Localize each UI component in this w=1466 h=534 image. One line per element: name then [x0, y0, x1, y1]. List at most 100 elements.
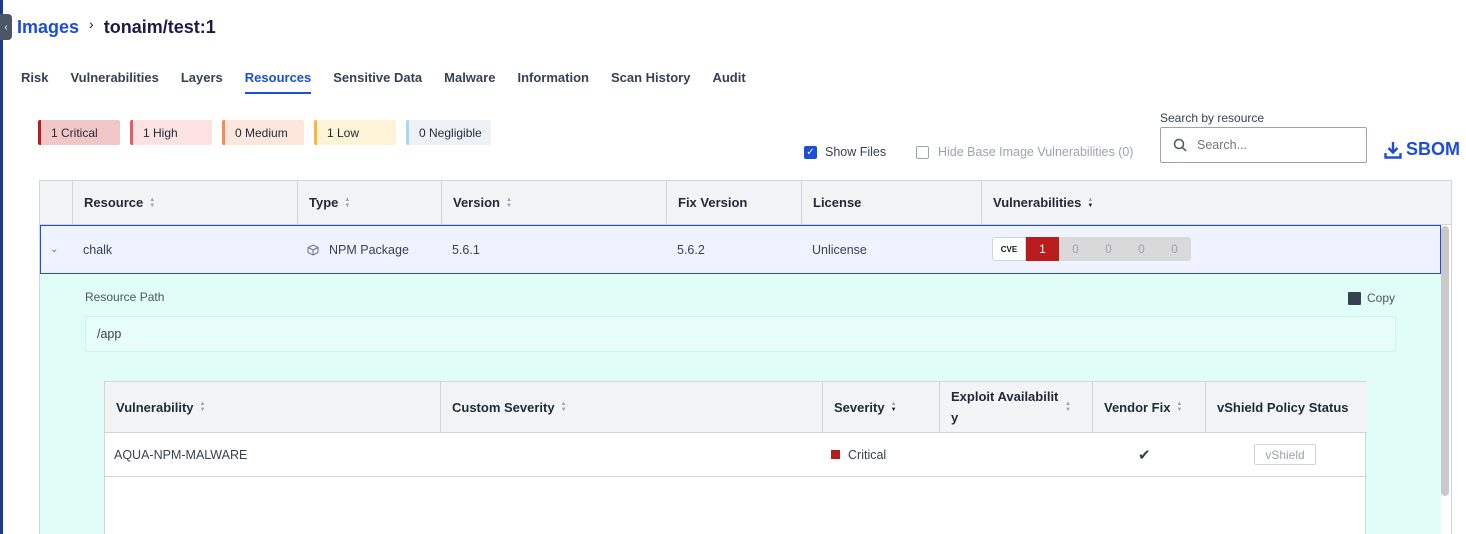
negligible-chip[interactable]: 0 Negligible [406, 120, 491, 145]
column-header-severity[interactable]: Severity ▲ ▼ [822, 382, 939, 432]
table-header: Resource ▲ ▼ Type ▲ ▼ Version ▲ ▼ Fix Version … [40, 181, 1451, 225]
negligible-count: 0 [1158, 237, 1191, 261]
column-label: Type [309, 195, 339, 210]
sort-desc-icon: ▲ ▼ [890, 401, 897, 413]
resource-type: NPM Package [307, 226, 409, 273]
resource-path-value: /app [85, 316, 1396, 352]
sort-icon: ▲ ▼ [1065, 401, 1071, 413]
column-header-vendor-fix[interactable]: Vendor Fix ▲ ▼ [1092, 382, 1205, 432]
tab-malware[interactable]: Malware [444, 70, 495, 94]
sbom-button[interactable]: SBOM [1384, 139, 1460, 160]
column-label: vShield Policy Status [1217, 399, 1349, 415]
sort-desc-icon: ▲ ▼ [1087, 196, 1094, 209]
column-header-exploit-availability[interactable]: Exploit Availabilit y ▲ ▼ [939, 382, 1092, 432]
expand-column-header [40, 181, 72, 224]
table-row[interactable]: AQUA-NPM-MALWARE Critical ✔ vShield [105, 433, 1367, 477]
resource-details-panel: Resource Path Copy /app Vulnerability ▲ ▼ … [40, 274, 1441, 534]
tab-information[interactable]: Information [517, 70, 589, 94]
tab-resources[interactable]: Resources [244, 70, 312, 94]
low-count: 0 [1125, 237, 1158, 261]
column-header-fix-version[interactable]: Fix Version [666, 181, 801, 224]
medium-chip[interactable]: 0 Medium [222, 120, 304, 145]
copy-button[interactable]: Copy [1348, 291, 1395, 305]
hide-base-checkbox[interactable] [916, 145, 929, 159]
tab-audit[interactable]: Audit [712, 70, 745, 94]
breadcrumb-images-link[interactable]: Images [17, 17, 79, 38]
search-box[interactable] [1160, 127, 1367, 163]
table-row[interactable]: ⌄ chalk NPM Package 5.6.1 5.6.2 Unlicens… [40, 225, 1441, 274]
search-input[interactable] [1197, 138, 1347, 152]
resource-name: chalk [83, 242, 113, 257]
critical-chip[interactable]: 1 Critical [38, 120, 120, 145]
collapse-sidebar-icon[interactable]: ‹ [0, 14, 12, 40]
high-count: 0 [1059, 237, 1092, 261]
breadcrumb: Images › tonaim/test:1 [17, 14, 216, 40]
column-label: Vulnerabilities [993, 195, 1082, 210]
vendor-fix-check-icon: ✔ [1138, 446, 1151, 464]
vshield-cell: vShield [1254, 433, 1316, 476]
search-icon [1173, 138, 1187, 152]
resource-path-label: Resource Path [85, 290, 165, 304]
column-label: Fix Version [678, 195, 748, 210]
sbom-label: SBOM [1406, 139, 1460, 159]
tab-layers[interactable]: Layers [181, 70, 223, 94]
critical-count: 1 [1026, 237, 1059, 261]
hide-base-label: Hide Base Image Vulnerabilities (0) [938, 145, 1134, 159]
column-header-custom-severity[interactable]: Custom Severity ▲ ▼ [440, 382, 822, 432]
column-label: Resource [84, 195, 144, 210]
sort-icon: ▲ ▼ [199, 401, 206, 413]
resources-table: Resource ▲ ▼ Type ▲ ▼ Version ▲ ▼ Fix Version … [39, 180, 1452, 534]
severity-value: Critical [831, 433, 886, 476]
show-files-label: Show Files [825, 145, 887, 159]
vertical-scrollbar[interactable] [1441, 226, 1449, 496]
vulnerability-name[interactable]: AQUA-NPM-MALWARE [114, 433, 247, 476]
column-header-vulnerabilities[interactable]: Vulnerabilities ▲ ▼ [981, 181, 1441, 224]
column-label: Vulnerability [116, 399, 194, 415]
tabs-bar: Risk Vulnerabilities Layers Resources Se… [21, 70, 746, 94]
resource-type-label: NPM Package [329, 242, 409, 257]
severity-label: Critical [848, 447, 887, 462]
severity-square-icon [831, 450, 840, 459]
search-label: Search by resource [1160, 111, 1265, 125]
hide-base-option[interactable]: Hide Base Image Vulnerabilities (0) [916, 145, 1133, 159]
show-files-checkbox[interactable]: ✓ [804, 145, 817, 159]
column-label: Custom Severity [452, 399, 555, 415]
column-header-type[interactable]: Type ▲ ▼ [297, 181, 441, 224]
vulnerability-counts-bar[interactable]: CVE 1 0 0 0 0 [992, 237, 1194, 261]
resource-license: Unlicense [812, 242, 867, 257]
chevron-right-icon: › [89, 16, 94, 32]
copy-icon [1348, 291, 1361, 305]
tab-sensitive-data[interactable]: Sensitive Data [333, 70, 422, 94]
copy-label: Copy [1367, 291, 1396, 305]
tab-scan-history[interactable]: Scan History [611, 70, 690, 94]
column-header-vshield-status[interactable]: vShield Policy Status [1205, 382, 1367, 432]
tab-risk[interactable]: Risk [21, 70, 48, 94]
package-icon [307, 243, 319, 256]
sort-icon: ▲ ▼ [1176, 401, 1183, 413]
download-icon [1384, 141, 1402, 159]
show-files-option[interactable]: ✓ Show Files [804, 145, 886, 159]
sort-icon: ▲ ▼ [149, 196, 156, 209]
column-header-resource[interactable]: Resource ▲ ▼ [72, 181, 297, 224]
column-header-license[interactable]: License [801, 181, 981, 224]
tab-vulnerabilities[interactable]: Vulnerabilities [70, 70, 158, 94]
sort-icon: ▲ ▼ [560, 401, 567, 413]
left-rail [0, 0, 3, 534]
severity-summary: 1 Critical 1 High 0 Medium 1 Low 0 Negli… [38, 120, 491, 145]
low-chip[interactable]: 1 Low [314, 120, 396, 145]
column-label: Severity [834, 399, 885, 415]
column-header-version[interactable]: Version ▲ ▼ [441, 181, 666, 224]
medium-count: 0 [1092, 237, 1125, 261]
column-label: Exploit Availabilit y [951, 389, 1059, 425]
sort-icon: ▲ ▼ [505, 196, 512, 209]
column-header-vulnerability[interactable]: Vulnerability ▲ ▼ [105, 382, 440, 432]
vulnerability-table: Vulnerability ▲ ▼ Custom Severity ▲ ▼ Severi… [104, 381, 1367, 534]
page-title: tonaim/test:1 [103, 16, 216, 37]
column-label: Version [453, 195, 500, 210]
high-chip[interactable]: 1 High [130, 120, 212, 145]
column-label: License [813, 195, 862, 210]
chevron-down-icon[interactable]: ⌄ [50, 226, 66, 273]
vulnerability-table-header: Vulnerability ▲ ▼ Custom Severity ▲ ▼ Severi… [105, 382, 1367, 433]
vshield-button[interactable]: vShield [1254, 444, 1316, 465]
resource-fix-version: 5.6.2 [677, 242, 705, 257]
